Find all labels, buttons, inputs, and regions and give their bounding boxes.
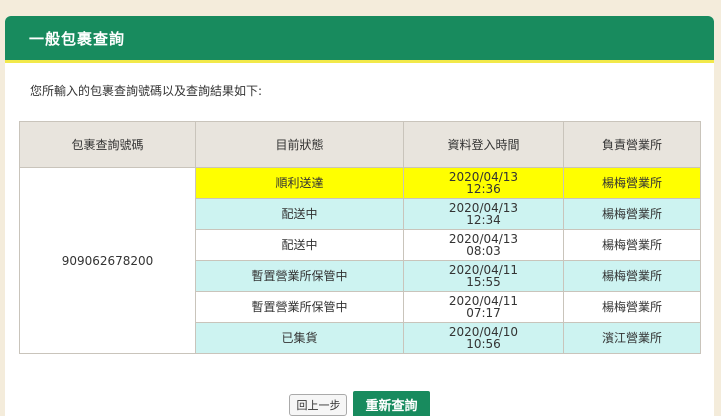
time-cell: 2020/04/11 07:17 (403, 291, 564, 323)
results-table: 包裹查詢號碼 目前狀態 資料登入時間 負責營業所 909062678200 順利… (19, 121, 701, 354)
column-header-status: 目前狀態 (195, 121, 404, 168)
office-cell: 濱江營業所 (563, 322, 701, 354)
panel-title: 一般包裹查詢 (29, 29, 126, 48)
time-text: 15:55 (466, 275, 501, 289)
time-cell: 2020/04/13 08:03 (403, 229, 564, 261)
tracking-panel: 一般包裹查詢 您所輸入的包裹查詢號碼以及查詢結果如下: 包裹查詢號碼 目前狀態 … (5, 16, 714, 416)
status-cell: 順利送達 (195, 167, 404, 199)
table-header-row: 包裹查詢號碼 目前狀態 資料登入時間 負責營業所 (19, 121, 701, 168)
time-text: 07:17 (466, 306, 501, 320)
action-bar: 回上一步 重新查詢 (5, 391, 714, 416)
time-cell: 2020/04/10 10:56 (403, 322, 564, 354)
office-cell: 楊梅營業所 (563, 291, 701, 323)
time-text: 12:36 (466, 182, 501, 196)
status-cell: 暫置營業所保管中 (195, 260, 404, 292)
office-cell: 楊梅營業所 (563, 198, 701, 230)
time-cell: 2020/04/11 15:55 (403, 260, 564, 292)
time-text: 08:03 (466, 244, 501, 258)
column-header-login-time: 資料登入時間 (403, 121, 564, 168)
table-row: 909062678200 順利送達 2020/04/13 12:36 楊梅營業所 (19, 167, 701, 354)
column-header-tracking-number: 包裹查詢號碼 (19, 121, 196, 168)
status-cell: 已集貨 (195, 322, 404, 354)
time-cell: 2020/04/13 12:34 (403, 198, 564, 230)
back-button[interactable]: 回上一步 (289, 393, 348, 416)
status-cell: 暫置營業所保管中 (195, 291, 404, 323)
office-cell: 楊梅營業所 (563, 229, 701, 261)
tracking-number: 909062678200 (19, 167, 196, 354)
office-cell: 楊梅營業所 (563, 260, 701, 292)
time-text: 10:56 (466, 337, 501, 351)
time-text: 12:34 (466, 213, 501, 227)
status-cell: 配送中 (195, 198, 404, 230)
time-cell: 2020/04/13 12:36 (403, 167, 564, 199)
column-header-office: 負責營業所 (563, 121, 701, 168)
panel-header: 一般包裹查詢 (5, 16, 714, 63)
intro-text: 您所輸入的包裹查詢號碼以及查詢結果如下: (30, 84, 263, 98)
status-cell: 配送中 (195, 229, 404, 261)
requery-button[interactable]: 重新查詢 (353, 391, 430, 416)
office-cell: 楊梅營業所 (563, 167, 701, 199)
